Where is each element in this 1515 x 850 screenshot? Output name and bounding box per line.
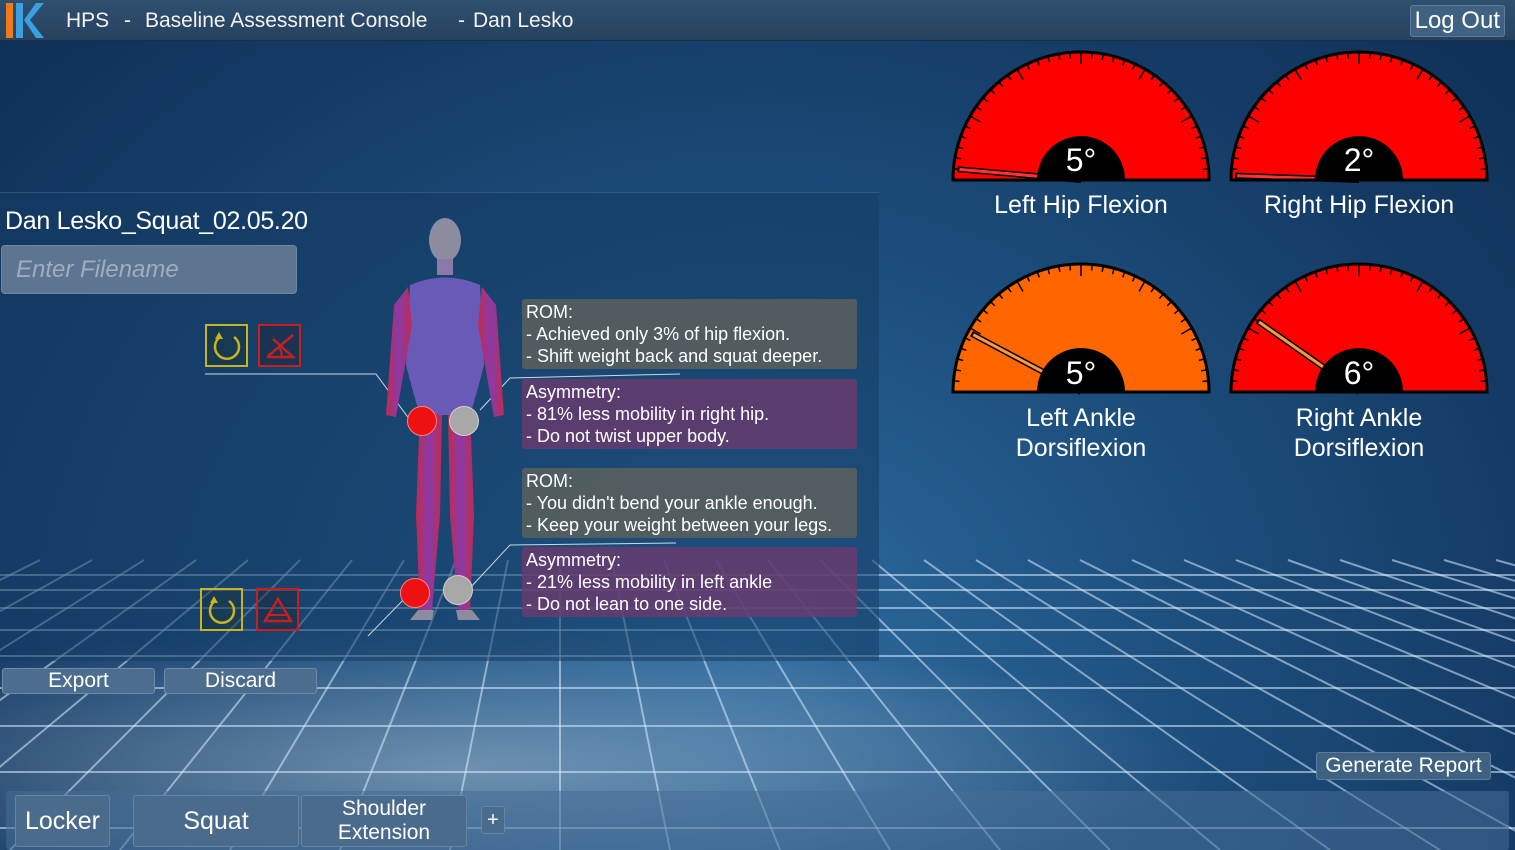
gauge-value: 5° — [1065, 142, 1097, 178]
tab-shoulder-extension[interactable]: Shoulder Extension — [301, 795, 467, 847]
filename-input[interactable] — [1, 245, 297, 294]
gauge-tick — [1368, 264, 1371, 271]
gauge-tick — [1479, 157, 1486, 160]
gauge-tick — [1101, 53, 1104, 60]
add-tab-button[interactable]: + — [481, 806, 505, 834]
gauge-tick — [954, 157, 961, 160]
gauge-tick — [1058, 265, 1061, 272]
app-logo — [6, 3, 44, 38]
title-separator: - — [124, 9, 131, 32]
gauge-tick — [1379, 265, 1382, 272]
gauge-label: Left Hip Flexion — [994, 191, 1168, 219]
feedback-line: - 81% less mobility in right hip. — [526, 404, 770, 424]
gauge-tick — [1202, 168, 1209, 171]
right-hip-joint[interactable] — [407, 406, 437, 436]
gauge-label-line: Dorsiflexion — [1293, 434, 1425, 462]
gauge-tick — [1336, 265, 1339, 272]
gauge-tick — [1347, 52, 1350, 59]
gauge-label-line: Dorsiflexion — [1015, 434, 1147, 462]
logout-button[interactable]: Log Out — [1409, 5, 1505, 37]
gauge-tick — [1101, 265, 1104, 272]
gauge-tick — [1201, 369, 1208, 372]
gauge-tick — [1480, 380, 1487, 383]
left-hip-joint[interactable] — [449, 406, 479, 436]
feedback-line: - 21% less mobility in left ankle — [526, 572, 773, 592]
gauge-tick — [953, 380, 960, 383]
plus-icon: + — [487, 808, 499, 831]
ankle-rom-feedback: ROM: - You didn't bend your ankle enough… — [522, 468, 857, 538]
gauge-tick — [1069, 52, 1072, 59]
gauge-tick — [1069, 264, 1072, 271]
body-model — [386, 218, 504, 620]
generate-report-button[interactable]: Generate Report — [1316, 752, 1491, 780]
angle-icon-button[interactable] — [258, 324, 301, 367]
gauge-tick — [1231, 168, 1238, 171]
reset-icon-button[interactable] — [205, 324, 248, 367]
gauge-tick — [1479, 369, 1486, 372]
gauge-tick — [1336, 53, 1339, 60]
feedback-line: - You didn't bend your ankle enough. — [526, 493, 818, 513]
hip-rom-feedback: ROM: - Achieved only 3% of hip flexion. … — [522, 299, 857, 369]
title-separator: - — [458, 9, 465, 32]
feedback-title: Asymmetry: — [526, 382, 622, 402]
hip-asymmetry-feedback: Asymmetry: - 81% less mobility in right … — [522, 379, 857, 449]
user-name: Dan Lesko — [473, 9, 574, 32]
feedback-line: - Do not lean to one side. — [526, 594, 728, 614]
gauge-tick — [1202, 380, 1209, 383]
discard-button[interactable]: Discard — [164, 668, 317, 694]
gauge-label: Left Ankle Dorsiflexion — [950, 403, 1212, 463]
console-title: Baseline Assessment Console — [145, 9, 428, 32]
gauge-tick — [1347, 264, 1350, 271]
left-ankle-joint[interactable] — [443, 575, 473, 605]
tab-label-line: Extension — [337, 821, 431, 844]
gauge-label-line: Right Ankle — [1295, 404, 1423, 432]
tab-label: Locker — [24, 806, 101, 835]
gauge-tick — [1058, 53, 1061, 60]
ankle-asymmetry-feedback: Asymmetry: - 21% less mobility in left a… — [522, 547, 857, 617]
file-title: Dan Lesko_Squat_02.05.20 — [5, 207, 308, 235]
gauge-label: Right Ankle Dorsiflexion — [1228, 403, 1490, 463]
gauge-tick — [1201, 157, 1208, 160]
gauge-tick — [1379, 53, 1382, 60]
gauge-tick — [1090, 52, 1093, 59]
gauge-label-line: Left Ankle — [1026, 404, 1136, 432]
feedback-title: Asymmetry: — [526, 550, 622, 570]
triangle-icon — [262, 596, 293, 622]
gauge-value: 6° — [1343, 355, 1375, 391]
gauge-tick — [1090, 264, 1093, 271]
app-name: HPS — [66, 9, 110, 32]
reset-icon-button[interactable] — [200, 588, 243, 631]
gauge-value: 2° — [1343, 142, 1375, 178]
rotate-icon — [213, 331, 240, 360]
export-button[interactable]: Export — [2, 668, 155, 694]
tab-label-line: Shoulder — [341, 797, 427, 820]
gauge-tick — [954, 369, 961, 372]
top-bar: HPS - Baseline Assessment Console - Dan … — [0, 0, 1515, 41]
rotate-icon — [208, 595, 235, 624]
gauge-tick — [1368, 52, 1371, 59]
tab-squat[interactable]: Squat — [133, 795, 299, 847]
angle-icon-button[interactable] — [256, 588, 299, 631]
gauge-label: Right Hip Flexion — [1263, 191, 1455, 219]
gauge-tick — [1232, 157, 1239, 160]
gauge-tick — [1232, 369, 1239, 372]
right-ankle-joint[interactable] — [400, 578, 430, 608]
feedback-title: ROM: — [526, 302, 573, 322]
feedback-line: - Achieved only 3% of hip flexion. — [526, 324, 791, 344]
feedback-line: - Keep your weight between your legs. — [526, 515, 833, 535]
tab-locker[interactable]: Locker — [15, 795, 110, 847]
feedback-line: - Shift weight back and squat deeper. — [526, 346, 823, 366]
gauge-tick — [1480, 168, 1487, 171]
tab-label: Squat — [183, 806, 249, 835]
angle-icon — [265, 333, 296, 358]
feedback-title: ROM: — [526, 471, 573, 491]
gauge-value: 5° — [1065, 355, 1097, 391]
feedback-line: - Do not twist upper body. — [526, 426, 730, 446]
gauge-tick — [1231, 380, 1238, 383]
